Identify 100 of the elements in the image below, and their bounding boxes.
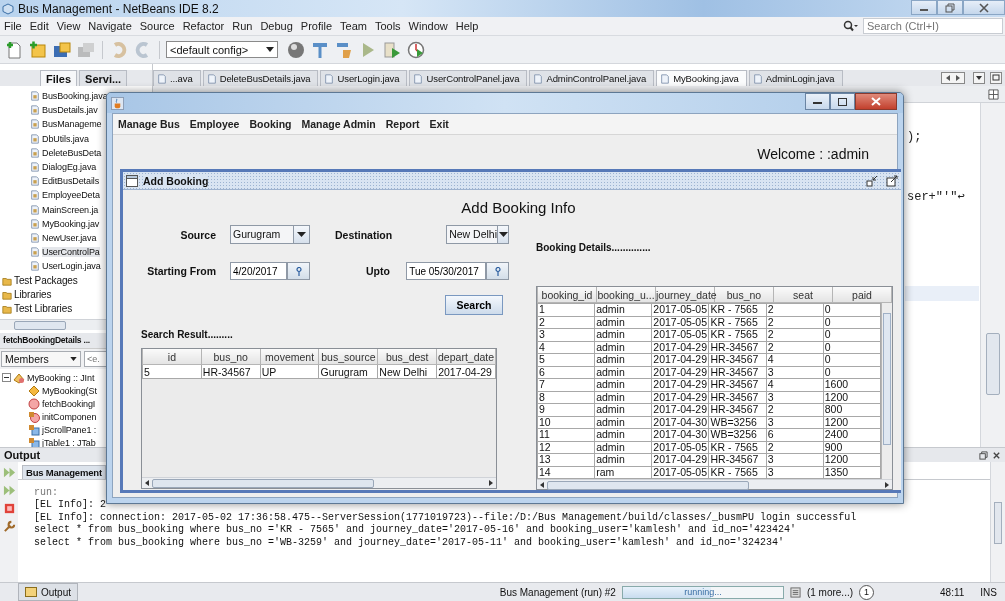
new-file-icon[interactable]: [4, 39, 24, 60]
editor-tab[interactable]: AdminControlPanel.java: [529, 69, 655, 87]
member-item[interactable]: initComponen: [42, 411, 97, 422]
project-source-file[interactable]: EditBusDetails: [0, 174, 100, 189]
menu-item[interactable]: Team: [336, 20, 371, 32]
panel-tab[interactable]: Files: [40, 70, 78, 86]
date-picker-button[interactable]: [486, 262, 510, 280]
tree-node[interactable]: Test Libraries: [0, 301, 73, 316]
scrollbar[interactable]: [142, 477, 496, 488]
notification-count[interactable]: 1: [859, 584, 875, 600]
member-item[interactable]: MyBooking(St: [42, 385, 97, 396]
close-button[interactable]: [963, 0, 1005, 15]
editor-tab[interactable]: AdminLogin.java: [748, 69, 843, 87]
project-source-file[interactable]: DialogEg.java: [0, 159, 97, 175]
project-source-file[interactable]: EmployeeDeta: [0, 188, 100, 203]
column-header[interactable]: id: [142, 349, 202, 365]
editor-tab[interactable]: UserLogin.java: [320, 69, 408, 87]
wrench-icon[interactable]: [2, 520, 16, 533]
project-source-file[interactable]: DbUtils.java: [0, 131, 89, 146]
project-source-file[interactable]: MyBooking.jav: [0, 216, 100, 231]
members-dropdown[interactable]: Members: [1, 351, 81, 367]
left-arrow-icon[interactable]: [539, 481, 545, 488]
minimize-button[interactable]: [911, 0, 937, 15]
right-arrow-icon[interactable]: [488, 480, 494, 486]
menu-item[interactable]: Tools: [370, 20, 405, 32]
menu-item[interactable]: Navigate: [84, 20, 136, 32]
menu-item[interactable]: View: [52, 20, 85, 32]
maximize-icon[interactable]: [990, 72, 1002, 84]
editor-tab[interactable]: ...ava: [153, 69, 201, 87]
column-header[interactable]: movement: [260, 349, 319, 365]
right-arrow-icon[interactable]: [884, 481, 890, 488]
new-project-icon[interactable]: [28, 39, 48, 60]
scrollbar[interactable]: [881, 303, 892, 479]
column-header[interactable]: bus_dest: [377, 349, 437, 365]
scroll-tabs-icon[interactable]: [941, 72, 965, 84]
menu-item[interactable]: Exit: [424, 118, 454, 130]
search-button[interactable]: Search: [445, 295, 503, 315]
split-icon[interactable]: [988, 88, 999, 100]
member-item[interactable]: fetchBookingI: [42, 398, 96, 409]
close-button[interactable]: [855, 93, 897, 110]
project-source-file[interactable]: UserLogin.java: [0, 259, 101, 274]
restore-button[interactable]: [937, 0, 963, 15]
menu-item[interactable]: Booking: [244, 118, 297, 130]
date-field[interactable]: Tue 05/30/2017: [406, 262, 487, 280]
member-item[interactable]: MyBooking :: JInt: [27, 372, 95, 383]
dropdown-icon[interactable]: [973, 72, 985, 84]
menu-item[interactable]: Window: [404, 20, 452, 32]
date-picker-button[interactable]: [287, 262, 310, 280]
output-tab[interactable]: Output: [18, 583, 79, 601]
list-icon[interactable]: [789, 586, 801, 598]
debug-icon[interactable]: [382, 39, 402, 60]
column-header[interactable]: booking_u...: [596, 287, 656, 303]
tree-node[interactable]: Libraries: [0, 287, 52, 302]
menu-item[interactable]: Edit: [25, 20, 53, 32]
more-tasks-link[interactable]: (1 more...): [806, 586, 854, 598]
editor-tab[interactable]: DeleteBusDetails.java: [202, 69, 319, 87]
collapse-icon[interactable]: [2, 373, 11, 382]
open-project-icon[interactable]: [52, 39, 72, 60]
config-dropdown[interactable]: <default config>: [166, 41, 278, 58]
menu-item[interactable]: Manage Bus: [113, 118, 185, 130]
column-header[interactable]: bus_source: [319, 349, 378, 365]
destination-dropdown[interactable]: New Delhi: [446, 225, 510, 244]
column-header[interactable]: journey_date: [655, 287, 715, 303]
left-arrow-icon[interactable]: [144, 480, 150, 486]
editor-tab[interactable]: UserControlPanel.java: [409, 69, 528, 87]
member-item[interactable]: jScrollPane1 :: [42, 424, 97, 435]
close-icon[interactable]: [992, 450, 1001, 460]
output-tab[interactable]: Bus Management: [22, 465, 106, 479]
menu-item[interactable]: Run: [228, 20, 257, 32]
column-header[interactable]: paid: [832, 287, 892, 303]
stop-icon[interactable]: [2, 502, 16, 515]
column-header[interactable]: booking_id: [537, 287, 597, 303]
project-source-file[interactable]: DeleteBusDeta: [0, 145, 102, 160]
scrollbar[interactable]: [980, 103, 1005, 447]
panel-tab[interactable]: Servi...: [79, 70, 128, 86]
date-field[interactable]: 4/20/2017: [230, 262, 287, 280]
menu-item[interactable]: Profile: [296, 20, 336, 32]
filter-field[interactable]: <e.: [84, 351, 108, 367]
menu-item[interactable]: Debug: [256, 20, 297, 32]
project-source-file[interactable]: BusDetails.jav: [0, 103, 98, 118]
project-source-file[interactable]: BusManageme: [0, 117, 102, 132]
menu-item[interactable]: File: [0, 20, 26, 32]
project-source-file[interactable]: UserControlPa: [0, 245, 100, 260]
maximize-icon[interactable]: [886, 174, 898, 187]
project-source-file[interactable]: MainScreen.ja: [0, 202, 99, 217]
tree-node[interactable]: Test Packages: [0, 273, 78, 288]
column-header[interactable]: bus_no: [201, 349, 261, 365]
source-dropdown[interactable]: Gurugram: [230, 225, 310, 244]
menu-item[interactable]: Source: [135, 20, 179, 32]
maximize-button[interactable]: [830, 93, 855, 110]
scrollbar[interactable]: [990, 462, 1005, 582]
restore-icon[interactable]: [979, 450, 988, 460]
scrollbar[interactable]: [537, 479, 892, 489]
menu-item[interactable]: Help: [451, 20, 483, 32]
minimize-button[interactable]: [805, 93, 830, 110]
globe-icon[interactable]: [286, 39, 306, 60]
menu-item[interactable]: Report: [380, 118, 425, 130]
search-field[interactable]: Search (Ctrl+I): [863, 18, 1003, 34]
search-icon[interactable]: [843, 20, 859, 32]
editor-tab[interactable]: MyBooking.java: [656, 69, 747, 87]
